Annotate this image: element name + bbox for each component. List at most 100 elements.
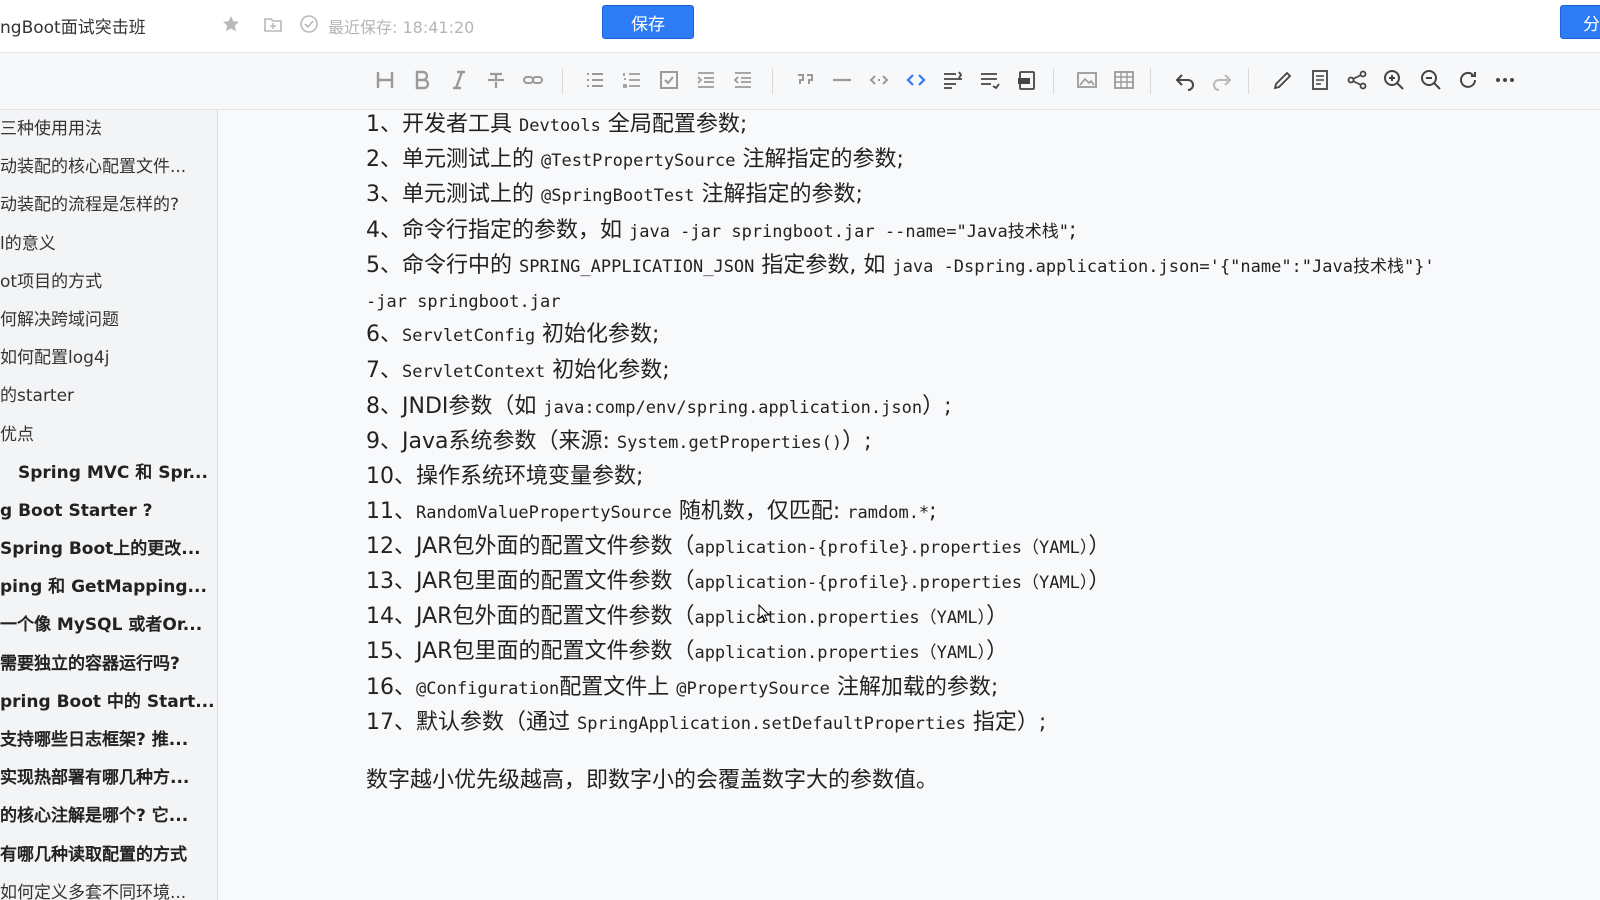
list-item-number: 11、: [366, 499, 416, 524]
inline-code: java -Dspring.application.json='{"name":…: [892, 257, 1435, 277]
code-block-icon[interactable]: [901, 65, 931, 95]
inline-code: application-{profile}.properties（YAML）: [694, 573, 1089, 593]
ordered-list-icon[interactable]: [617, 65, 647, 95]
outline-item[interactable]: 有哪几种读取配置的方式: [0, 836, 217, 874]
list-item: 1、开发者工具 Devtools 全局配置参数;: [366, 110, 747, 141]
inline-code: ramdom.*: [847, 503, 930, 523]
list-item-text: JAR包里面的配置文件参数（: [416, 639, 695, 664]
outline-item[interactable]: Spring Boot上的更改...: [0, 530, 217, 568]
strikethrough-icon[interactable]: [481, 65, 511, 95]
italic-icon[interactable]: [444, 65, 474, 95]
list-item: 2、单元测试上的 @TestPropertySource 注解指定的参数;: [366, 145, 904, 176]
outline-item[interactable]: 三种使用用法: [0, 110, 217, 148]
outline-item[interactable]: l的意义: [0, 225, 217, 263]
list-item-number: 5、: [366, 253, 402, 278]
outline-item[interactable]: 的starter: [0, 377, 217, 415]
inline-code: -jar springboot.jar: [366, 292, 561, 312]
edit-icon[interactable]: [1268, 65, 1298, 95]
outline-item[interactable]: 何解决跨域问题: [0, 301, 217, 339]
inline-code-icon[interactable]: [864, 65, 894, 95]
list-item: 11、RandomValuePropertySource 随机数，仅匹配: ra…: [366, 497, 937, 528]
editor-content[interactable]: 1、开发者工具 Devtools 全局配置参数; 2、单元测试上的 @TestPr…: [218, 110, 1600, 900]
inline-code: RandomValuePropertySource: [416, 503, 672, 523]
bold-icon[interactable]: [407, 65, 437, 95]
redo-icon[interactable]: [1207, 65, 1237, 95]
list-item-number: 7、: [366, 358, 402, 383]
star-icon[interactable]: [220, 13, 242, 35]
top-header: ngBoot面试突击班 最近保存: 18:41:20 保存 分: [0, 0, 1600, 53]
outline-item[interactable]: 实现热部署有哪几种方...: [0, 759, 217, 797]
unordered-list-icon[interactable]: [580, 65, 610, 95]
list-item-text: ）;: [922, 394, 952, 419]
list-item: -jar springboot.jar: [366, 286, 560, 317]
outline-item[interactable]: ping 和 GetMapping...: [0, 568, 217, 606]
editor-toolbar: [0, 53, 1600, 110]
zoom-in-icon[interactable]: [1379, 65, 1409, 95]
zoom-out-icon[interactable]: [1416, 65, 1446, 95]
outline-item[interactable]: 一个像 MySQL 或者Or...: [0, 606, 217, 644]
table-icon[interactable]: [1109, 65, 1139, 95]
heading-icon[interactable]: [370, 65, 400, 95]
inline-code: application.properties（YAML）: [694, 643, 987, 663]
outline-item[interactable]: 如何定义多套不同环境...: [0, 874, 217, 900]
share-icon[interactable]: [1342, 65, 1372, 95]
image-icon[interactable]: [1072, 65, 1102, 95]
list-item: 17、默认参数（通过 SpringApplication.setDefaultP…: [366, 708, 1046, 739]
outdent-icon[interactable]: [728, 65, 758, 95]
horizontal-rule-icon[interactable]: [827, 65, 857, 95]
export-icon[interactable]: [1012, 65, 1042, 95]
list-item-text: ）: [986, 639, 1009, 664]
list-item-text: Java系统参数（来源:: [402, 429, 617, 454]
outline-item[interactable]: 优点: [0, 416, 217, 454]
wrap-icon[interactable]: [975, 65, 1005, 95]
list-item-text: 指定参数, 如: [754, 253, 893, 278]
mouse-cursor-icon: [758, 604, 770, 622]
list-item: 6、ServletConfig 初始化参数;: [366, 320, 659, 351]
outline-item[interactable]: 的核心注解是哪个? 它...: [0, 797, 217, 835]
outline-list: 三种使用用法 动装配的核心配置文件... 动装配的流程是怎样的? l的意义 ot项目的方…: [0, 110, 217, 900]
refresh-icon[interactable]: [1453, 65, 1483, 95]
align-icon[interactable]: [938, 65, 968, 95]
list-item: 10、操作系统环境变量参数;: [366, 462, 643, 492]
outline-item[interactable]: 动装配的流程是怎样的?: [0, 186, 217, 224]
outline-item[interactable]: pring Boot 中的 Start...: [0, 683, 217, 721]
list-item-number: 4、: [366, 218, 402, 243]
inline-code: application.properties（YAML）: [694, 608, 987, 628]
undo-icon[interactable]: [1170, 65, 1200, 95]
list-item-number: 14、: [366, 604, 416, 629]
list-item-text: 命令行中的: [402, 253, 519, 278]
share-button[interactable]: 分: [1560, 5, 1600, 39]
inline-code: SPRING_APPLICATION_JSON: [519, 257, 755, 277]
list-item-number: 1、: [366, 112, 402, 137]
link-icon[interactable]: [518, 65, 548, 95]
more-icon[interactable]: [1490, 65, 1520, 95]
document-title[interactable]: ngBoot面试突击班: [0, 13, 146, 38]
outline-item[interactable]: g Boot Starter ?: [0, 492, 217, 530]
inline-code: @TestPropertySource: [541, 151, 736, 171]
list-item: 5、命令行中的 SPRING_APPLICATION_JSON 指定参数, 如 …: [366, 251, 1435, 282]
save-button[interactable]: 保存: [602, 5, 694, 39]
outline-item[interactable]: Spring MVC 和 Spr...: [0, 454, 217, 492]
summary-paragraph: 数字越小优先级越高，即数字小的会覆盖数字大的参数值。: [366, 768, 939, 793]
note-icon[interactable]: [1305, 65, 1335, 95]
list-item: 3、单元测试上的 @SpringBootTest 注解指定的参数;: [366, 180, 863, 211]
list-item-text: 随机数，仅匹配:: [671, 499, 848, 524]
indent-icon[interactable]: [691, 65, 721, 95]
outline-item[interactable]: 支持哪些日志框架? 推...: [0, 721, 217, 759]
quote-icon[interactable]: [790, 65, 820, 95]
outline-item[interactable]: 如何配置log4j: [0, 339, 217, 377]
outline-item[interactable]: ot项目的方式: [0, 263, 217, 301]
list-item-number: 15、: [366, 639, 416, 664]
list-item-text: 全局配置参数;: [600, 112, 748, 137]
checklist-icon[interactable]: [654, 65, 684, 95]
outline-item[interactable]: 需要独立的容器运行吗?: [0, 645, 217, 683]
folder-icon[interactable]: [262, 13, 284, 35]
save-status: 最近保存: 18:41:20: [328, 18, 475, 37]
inline-code: java:comp/env/spring.application.json: [543, 398, 923, 418]
list-item-text: JAR包外面的配置文件参数（: [416, 534, 695, 559]
inline-code: SpringApplication.setDefaultProperties: [577, 714, 966, 734]
list-item-text: ）;: [842, 429, 872, 454]
outline-item[interactable]: 动装配的核心配置文件...: [0, 148, 217, 186]
list-item-text: 注解指定的参数;: [735, 147, 904, 172]
inline-code: @SpringBootTest: [541, 186, 695, 206]
